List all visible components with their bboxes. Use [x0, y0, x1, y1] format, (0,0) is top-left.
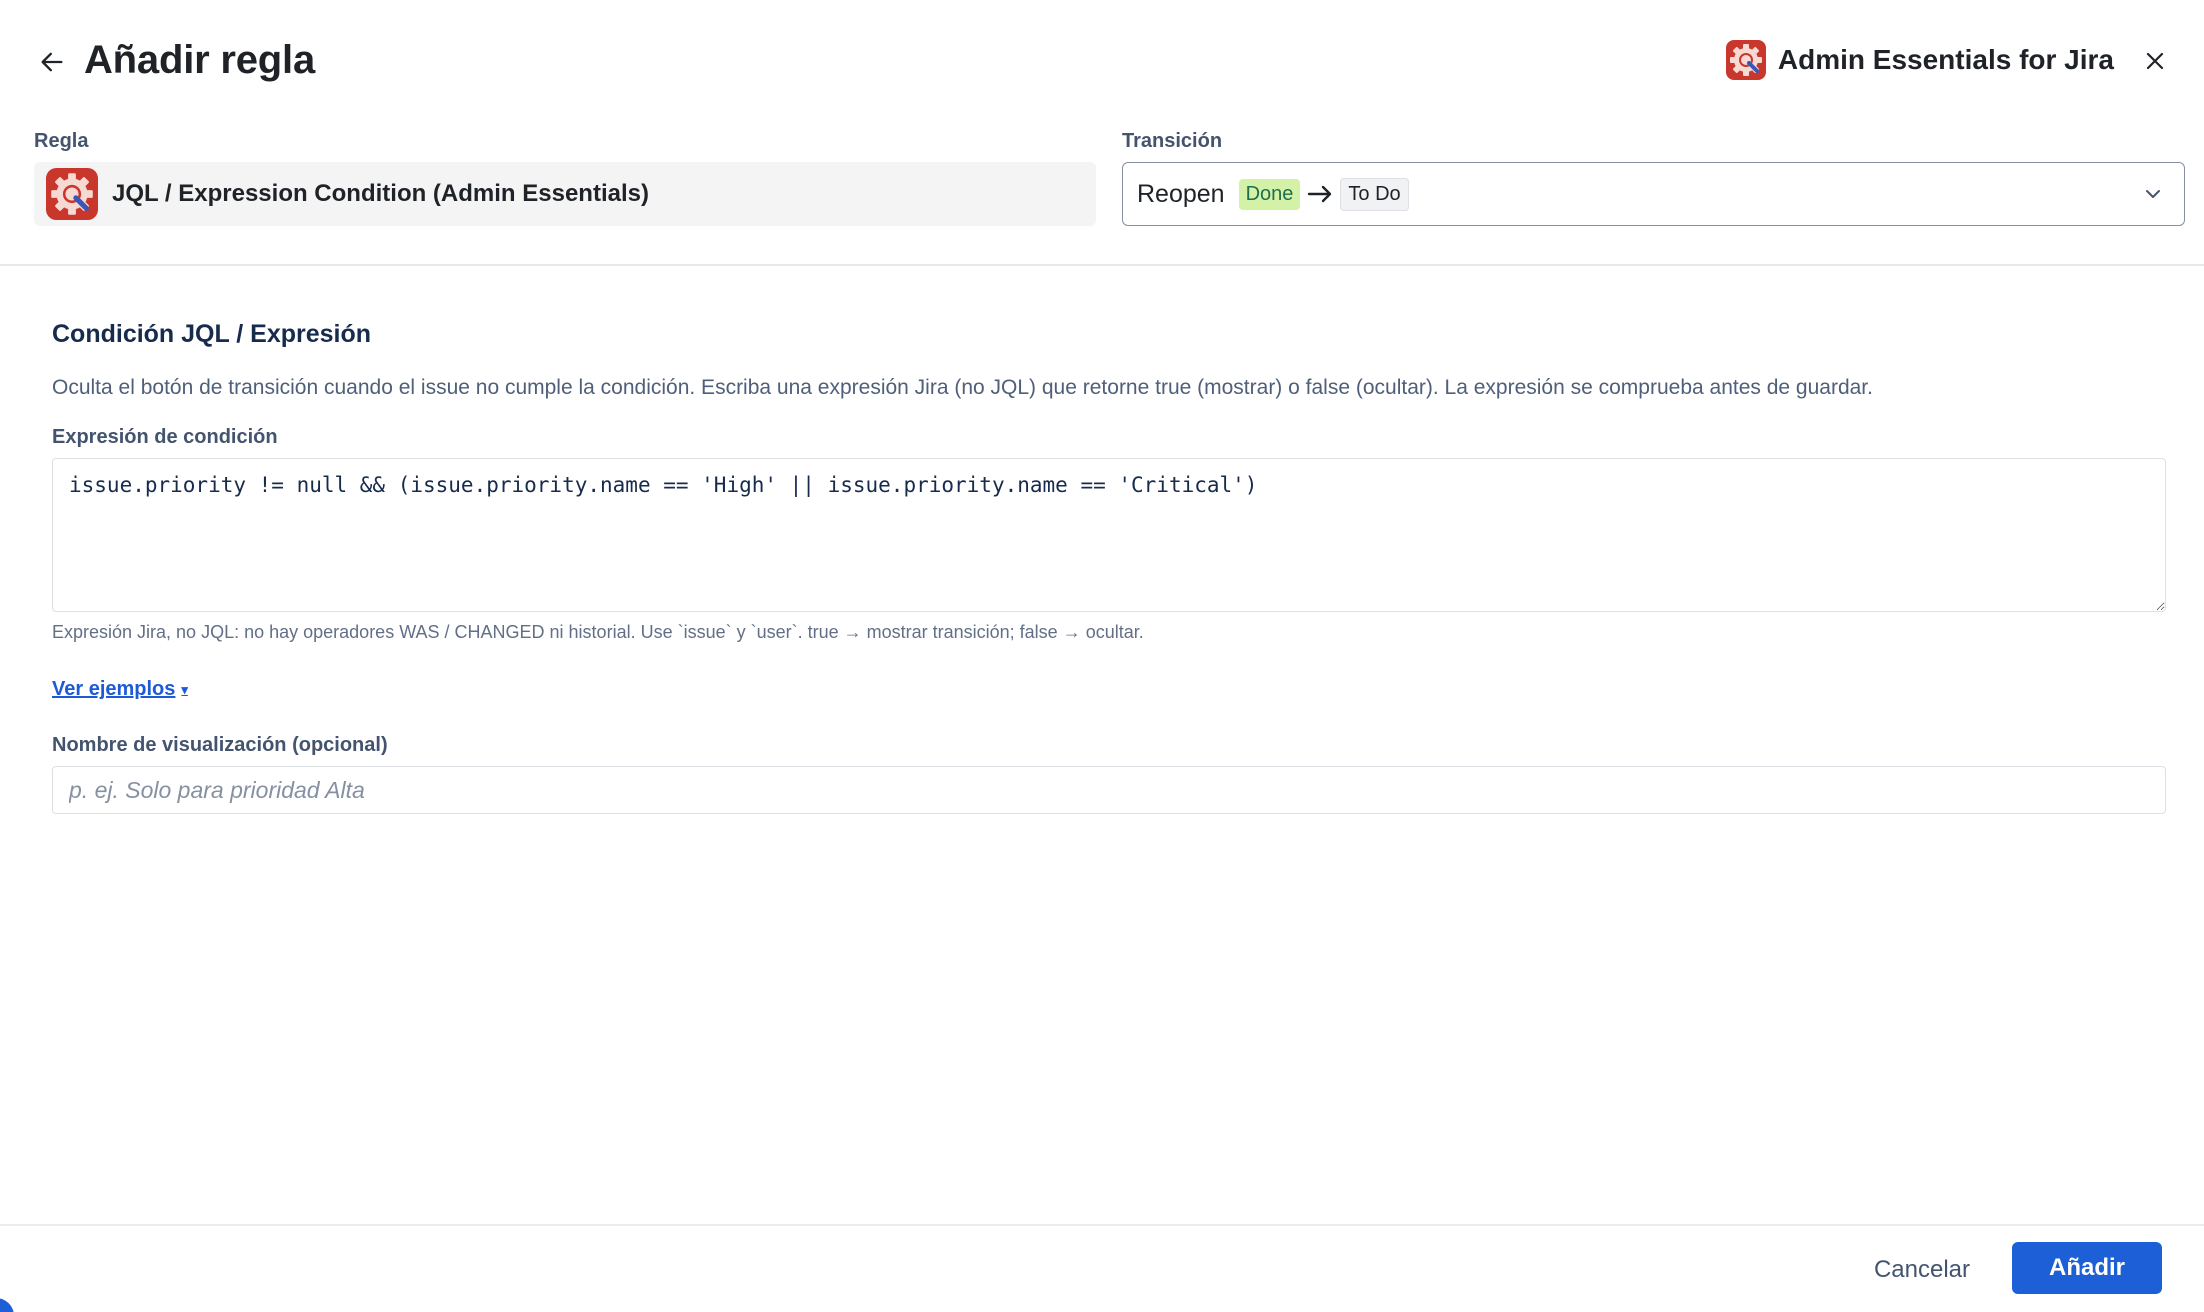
transition-label: Transición: [1122, 130, 1223, 152]
page-title: Añadir regla: [84, 38, 315, 82]
caret-down-icon: ▾: [181, 681, 188, 697]
rule-field: JQL / Expression Condition (Admin Essent…: [34, 162, 1096, 226]
status-badge-to: To Do: [1340, 177, 1409, 211]
rule-name: JQL / Expression Condition (Admin Essent…: [112, 180, 649, 207]
section-title: Condición JQL / Expresión: [52, 320, 372, 348]
expression-help-text: Expresión Jira, no JQL: no hay operadore…: [52, 622, 1144, 642]
display-name-input[interactable]: [52, 766, 2166, 814]
brand-name: Admin Essentials for Jira: [1777, 44, 2114, 75]
admin-essentials-logo-icon: [46, 168, 98, 220]
see-examples-link[interactable]: Ver ejemplos ▾: [52, 678, 188, 701]
see-examples-label: Ver ejemplos: [52, 678, 176, 700]
display-name-label: Nombre de visualización (opcional): [52, 734, 388, 756]
condition-expression-input[interactable]: [52, 458, 2166, 612]
transition-select[interactable]: Reopen Done To Do: [1122, 162, 2185, 226]
header-divider: [0, 264, 2204, 266]
arrow-left-icon: [41, 52, 63, 72]
add-rule-dialog: Añadir regla Admin Essentials for Jira R…: [0, 0, 2204, 1312]
app-brand: Admin Essentials for Jira: [1725, 40, 2114, 80]
add-button[interactable]: Añadir: [2012, 1242, 2162, 1294]
transition-name: Reopen: [1137, 179, 1225, 208]
expression-label: Expresión de condición: [52, 426, 278, 448]
back-button[interactable]: [34, 44, 70, 80]
arrow-right-icon: [1306, 182, 1334, 206]
status-badge-from: Done: [1238, 178, 1301, 210]
close-button[interactable]: [2136, 42, 2174, 80]
close-icon: [2146, 52, 2164, 70]
rule-label: Regla: [34, 130, 89, 152]
cancel-button[interactable]: Cancelar: [1862, 1248, 1982, 1292]
dialog-header: Añadir regla Admin Essentials for Jira: [0, 0, 2204, 122]
section-description: Oculta el botón de transición cuando el …: [52, 376, 1873, 399]
chevron-down-icon: [2142, 183, 2164, 210]
admin-essentials-logo-icon: [1725, 40, 1766, 80]
dialog-footer: Cancelar Añadir: [0, 1224, 2204, 1312]
